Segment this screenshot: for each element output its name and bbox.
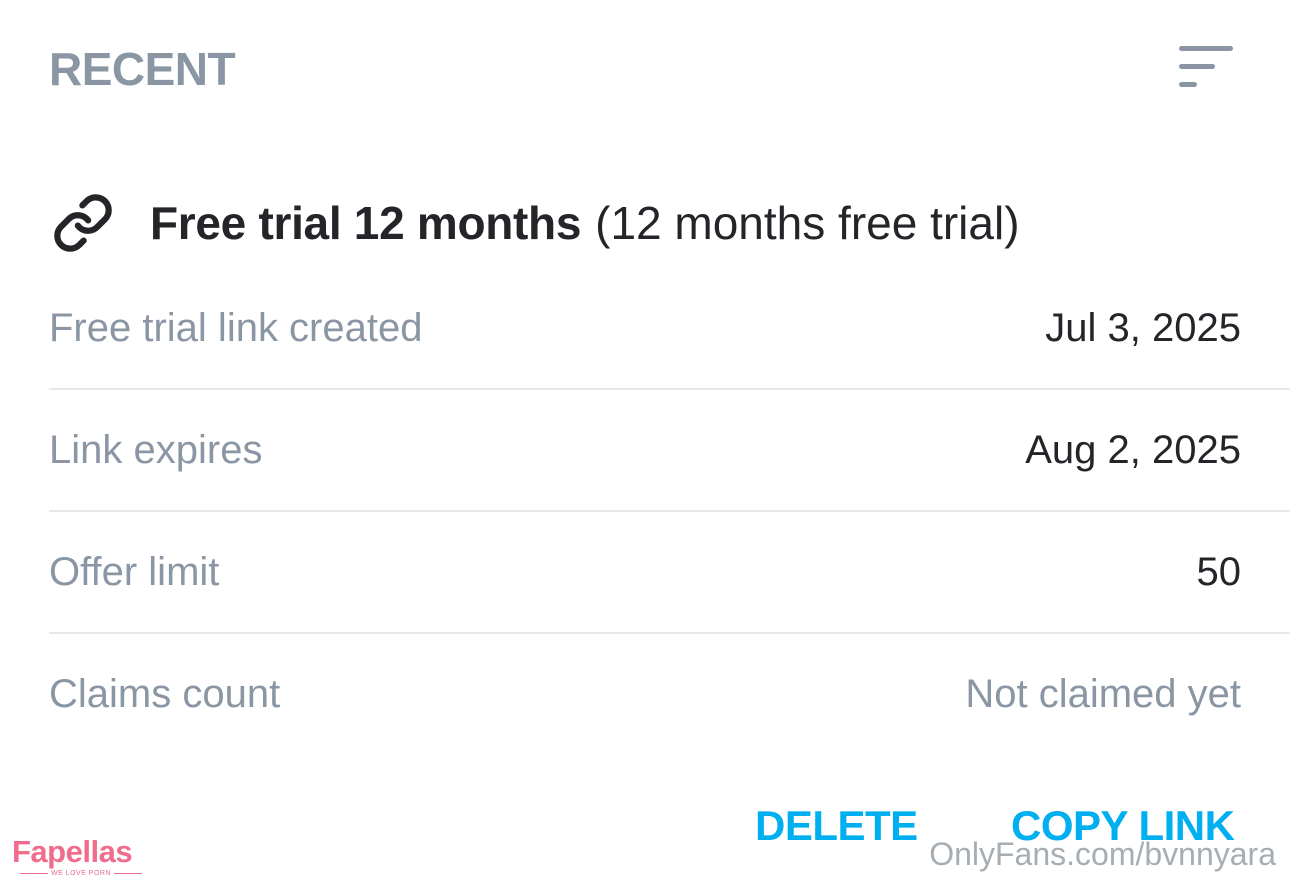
detail-value: Aug 2, 2025 xyxy=(1025,428,1241,472)
detail-value: 50 xyxy=(1196,550,1242,594)
offer-name: Free trial 12 months xyxy=(150,197,582,249)
watermark-tagline: WE LOVE PORN xyxy=(17,870,145,877)
offer-details: Free trial link created Jul 3, 2025 Link… xyxy=(49,268,1290,754)
delete-button[interactable]: DELETE xyxy=(755,800,918,852)
detail-value: Jul 3, 2025 xyxy=(1045,306,1241,350)
detail-label: Link expires xyxy=(49,428,263,472)
detail-label: Claims count xyxy=(49,672,281,716)
detail-label: Offer limit xyxy=(49,550,220,594)
offer-title-row: Free trial 12 months (12 months free tri… xyxy=(52,192,1020,254)
watermark-logo: Fapellas xyxy=(12,834,133,869)
section-title: RECENT xyxy=(49,43,236,95)
detail-label: Free trial link created xyxy=(49,306,423,350)
detail-row-claims-count: Claims count Not claimed yet xyxy=(49,634,1290,754)
watermark-url: OnlyFans.com/bvnnyara xyxy=(929,836,1276,872)
link-icon xyxy=(52,192,114,254)
detail-row-offer-limit: Offer limit 50 xyxy=(49,512,1290,634)
sort-filter-icon[interactable] xyxy=(1178,44,1234,90)
detail-row-created: Free trial link created Jul 3, 2025 xyxy=(49,268,1290,390)
offer-subtitle: (12 months free trial) xyxy=(595,197,1020,249)
detail-row-expires: Link expires Aug 2, 2025 xyxy=(49,390,1290,512)
detail-value: Not claimed yet xyxy=(965,672,1241,716)
